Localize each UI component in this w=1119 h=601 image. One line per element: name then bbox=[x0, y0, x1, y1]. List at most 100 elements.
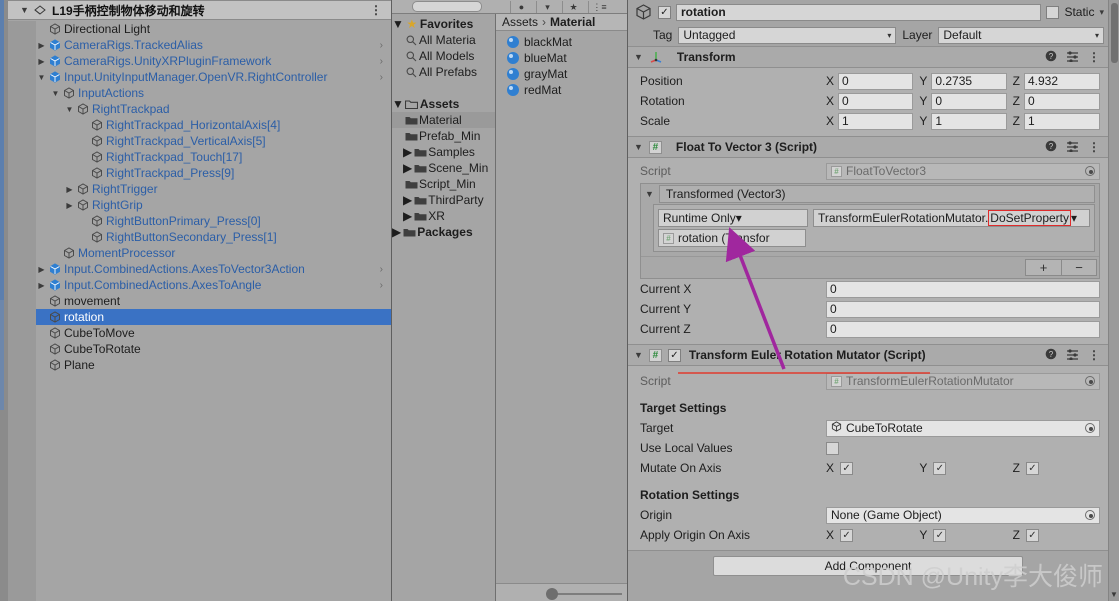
scene-root-row[interactable]: ▼ L19手柄控制物体移动和旋转 ⋮ bbox=[8, 0, 391, 20]
hierarchy-item-momentprocessor[interactable]: MomentProcessor bbox=[36, 245, 391, 261]
hierarchy-item-rightbuttonsecondary-press-1[interactable]: RightButtonSecondary_Press[1] bbox=[36, 229, 391, 245]
chevron-down-icon[interactable]: ▼ bbox=[645, 189, 654, 199]
chevron-right-icon[interactable]: › bbox=[380, 264, 383, 275]
current-z-input[interactable]: 0 bbox=[826, 320, 1100, 338]
object-picker-icon[interactable] bbox=[1085, 510, 1095, 520]
transform-scale-z-input[interactable]: 1 bbox=[1024, 112, 1100, 130]
use-local-checkbox[interactable] bbox=[826, 441, 839, 455]
asset-item-blackmat[interactable]: blackMat bbox=[496, 34, 627, 50]
gameobject-name-input[interactable]: rotation bbox=[676, 3, 1042, 21]
help-icon[interactable]: ? bbox=[1045, 348, 1057, 363]
chevron-right-icon[interactable]: ▶ bbox=[403, 161, 412, 175]
add-component-button[interactable]: Add Component bbox=[713, 556, 1023, 576]
hierarchy-item-camerarigs-unityxrpluginframework[interactable]: ▶ CameraRigs.UnityXRPluginFramework › bbox=[36, 53, 391, 69]
chevron-down-icon[interactable]: ▼ bbox=[20, 5, 29, 15]
event-title-row[interactable]: ▼ Transformed (Vector3) bbox=[641, 184, 1099, 204]
event-mode-dropdown[interactable]: Runtime Only ▾ bbox=[658, 209, 808, 227]
project-tree-item-packages[interactable]: ▶ Packages bbox=[392, 224, 495, 240]
euler-mutator-component-header[interactable]: ▼ # ✓ Transform Euler Rotation Mutator (… bbox=[628, 344, 1108, 366]
transform-position-z-input[interactable]: 4.932 bbox=[1024, 72, 1100, 90]
hierarchy-item-directional-light[interactable]: Directional Light bbox=[36, 21, 391, 37]
transform-rotation-x-input[interactable]: 0 bbox=[838, 92, 914, 110]
asset-item-bluemat[interactable]: blueMat bbox=[496, 50, 627, 66]
event-function-dropdown[interactable]: TransformEulerRotationMutator. DoSetProp… bbox=[813, 209, 1090, 227]
hierarchy-item-righttrackpad[interactable]: ▼ RightTrackpad bbox=[36, 101, 391, 117]
chevron-right-icon[interactable]: › bbox=[380, 40, 383, 51]
chevron-right-icon[interactable]: › bbox=[380, 72, 383, 83]
transform-position-y-input[interactable]: 0.2735 bbox=[931, 72, 1007, 90]
project-tree-item-favorites[interactable]: ▼ ★ Favorites bbox=[392, 16, 495, 32]
hierarchy-item-cubetomove[interactable]: CubeToMove bbox=[36, 325, 391, 341]
project-tree-item-assets[interactable]: ▼ Assets bbox=[392, 96, 495, 112]
preset-icon[interactable] bbox=[1066, 348, 1079, 363]
project-tree-item-xr[interactable]: ▶ XR bbox=[392, 208, 495, 224]
chevron-right-icon[interactable]: ▶ bbox=[403, 145, 412, 159]
layer-dropdown[interactable]: Default ▾ bbox=[938, 26, 1104, 44]
chevron-right-icon[interactable]: ▶ bbox=[36, 57, 47, 66]
chevron-down-icon[interactable]: ▼ bbox=[634, 350, 643, 360]
chevron-down-icon[interactable]: ▼ bbox=[36, 73, 47, 82]
hierarchy-item-righttrackpad-horizontalaxis-4[interactable]: RightTrackpad_HorizontalAxis[4] bbox=[36, 117, 391, 133]
kebab-menu-icon[interactable]: ⋮ bbox=[1088, 50, 1100, 64]
remove-event-button[interactable]: − bbox=[1061, 259, 1097, 276]
chevron-right-icon[interactable]: › bbox=[380, 56, 383, 67]
float-to-vector3-component-header[interactable]: ▼ # Float To Vector 3 (Script) ? ⋮ bbox=[628, 136, 1108, 158]
chevron-right-icon[interactable]: ▶ bbox=[36, 41, 47, 50]
transform-scale-x-input[interactable]: 1 bbox=[838, 112, 914, 130]
project-tree-item-material[interactable]: Material bbox=[392, 112, 495, 128]
project-tree-item-all-materia[interactable]: All Materia bbox=[392, 32, 495, 48]
mutate-on-axis-checkbox-z[interactable]: ✓ bbox=[1026, 461, 1039, 475]
breadcrumb-material[interactable]: Material bbox=[550, 15, 595, 29]
hierarchy-item-righttrackpad-press-9[interactable]: RightTrackpad_Press[9] bbox=[36, 165, 391, 181]
add-event-button[interactable]: + bbox=[1025, 259, 1061, 276]
project-tree-item-thirdparty[interactable]: ▶ ThirdParty bbox=[392, 192, 495, 208]
transform-rotation-z-input[interactable]: 0 bbox=[1024, 92, 1100, 110]
mutate-on-axis-checkbox-x[interactable]: ✓ bbox=[840, 461, 854, 475]
hierarchy-item-input-combinedactions-axestoangle[interactable]: ▶ Input.CombinedActions.AxesToAngle › bbox=[36, 277, 391, 293]
chevron-right-icon[interactable]: ▶ bbox=[403, 209, 412, 223]
preset-icon[interactable] bbox=[1066, 140, 1079, 155]
project-tree-item-samples[interactable]: ▶ Samples bbox=[392, 144, 495, 160]
chevron-right-icon[interactable]: ▶ bbox=[64, 201, 75, 210]
hierarchy-item-input-combinedactions-axestovector3action[interactable]: ▶ Input.CombinedActions.AxesToVector3Acti… bbox=[36, 261, 391, 277]
chevron-down-icon[interactable]: ▼ bbox=[392, 17, 404, 31]
project-zoom-slider[interactable] bbox=[496, 583, 627, 601]
hierarchy-item-righttrackpad-verticalaxis-5[interactable]: RightTrackpad_VerticalAxis[5] bbox=[36, 133, 391, 149]
preset-icon[interactable] bbox=[1066, 50, 1079, 65]
project-tree-item-all-prefabs[interactable]: All Prefabs bbox=[392, 64, 495, 80]
hierarchy-item-rightgrip[interactable]: ▶ RightGrip bbox=[36, 197, 391, 213]
euler-script-objectfield[interactable]: # TransformEulerRotationMutator bbox=[826, 372, 1100, 390]
hierarchy-item-righttrigger[interactable]: ▶ RightTrigger bbox=[36, 181, 391, 197]
transform-component-header[interactable]: ▼ Transform ? ⋮ bbox=[628, 46, 1108, 68]
apply-origin-on-axis-checkbox-z[interactable]: ✓ bbox=[1026, 528, 1039, 542]
transform-scale-y-input[interactable]: 1 bbox=[931, 112, 1007, 130]
chevron-down-icon[interactable]: ▼ bbox=[392, 97, 404, 111]
inspector-scroll-thumb[interactable] bbox=[1111, 3, 1118, 63]
event-target-objectfield[interactable]: # rotation (Transfor bbox=[658, 229, 806, 247]
help-icon[interactable]: ? bbox=[1045, 50, 1057, 65]
apply-origin-on-axis-checkbox-x[interactable]: ✓ bbox=[840, 528, 854, 542]
inspector-scrollbar[interactable]: ▲ ▼ bbox=[1108, 0, 1119, 601]
zoom-slider-track[interactable] bbox=[552, 593, 622, 595]
chevron-down-icon[interactable]: ▼ bbox=[634, 142, 643, 152]
hierarchy-item-rightbuttonprimary-press-0[interactable]: RightButtonPrimary_Press[0] bbox=[36, 213, 391, 229]
project-filter-type-icon[interactable]: ● bbox=[510, 1, 532, 13]
static-checkbox[interactable] bbox=[1046, 5, 1060, 19]
kebab-menu-icon[interactable]: ⋮ bbox=[1088, 348, 1100, 362]
object-picker-icon[interactable] bbox=[1085, 423, 1095, 433]
project-lock-icon[interactable]: ⋮≡ bbox=[588, 1, 610, 13]
apply-origin-on-axis-checkbox-y[interactable]: ✓ bbox=[933, 528, 947, 542]
hierarchy-item-cubetorotate[interactable]: CubeToRotate bbox=[36, 341, 391, 357]
current-y-input[interactable]: 0 bbox=[826, 300, 1100, 318]
hierarchy-item-input-unityinputmanager-openvr-rightcontroller[interactable]: ▼ Input.UnityInputManager.OpenVR.RightCon… bbox=[36, 69, 391, 85]
script-objectfield[interactable]: # FloatToVector3 bbox=[826, 162, 1100, 180]
chevron-down-icon[interactable]: ▼ bbox=[50, 89, 61, 98]
hierarchy-item-plane[interactable]: Plane bbox=[36, 357, 391, 373]
hierarchy-item-inputactions[interactable]: ▼ InputActions bbox=[36, 85, 391, 101]
object-picker-icon[interactable] bbox=[1085, 376, 1095, 386]
euler-mutator-enabled-checkbox[interactable]: ✓ bbox=[667, 348, 681, 362]
chevron-right-icon[interactable]: ▶ bbox=[403, 193, 412, 207]
project-filter-label-icon[interactable]: ▾ bbox=[536, 1, 558, 13]
object-picker-icon[interactable] bbox=[1085, 166, 1095, 176]
project-favorite-icon[interactable]: ★ bbox=[562, 1, 584, 13]
